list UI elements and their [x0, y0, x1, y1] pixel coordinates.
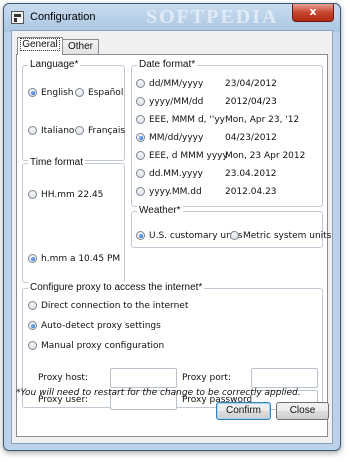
close-icon: x — [309, 5, 317, 18]
weather-group: Weather* U.S. customary units Metric sys… — [131, 205, 331, 248]
time-format-24h-label: HH.mm 22.45 — [41, 190, 104, 200]
softpedia-watermark: SOFTPEDIA — [146, 6, 279, 28]
confirm-button[interactable]: Confirm — [216, 402, 271, 420]
radio-icon[interactable] — [75, 126, 84, 135]
close-window-button[interactable]: x — [292, 4, 334, 22]
date-format-pattern: EEE, MMM d, ''yy — [149, 115, 225, 125]
general-panel: Language* English Español Italiano Franç… — [16, 54, 331, 437]
date-format-group: Date format* dd/MM/yyyy 23/04/2012 yyyy/… — [131, 59, 323, 207]
title-bar[interactable]: Configuration SOFTPEDIA x — [4, 4, 340, 30]
date-format-pattern: MM/dd/yyyy — [149, 133, 204, 143]
proxy-direct-label: Direct connection to the internet — [41, 301, 189, 311]
close-button[interactable]: Close — [276, 402, 329, 420]
date-format-pattern: yyyy/MM/dd — [149, 97, 204, 107]
proxy-port-field[interactable] — [251, 368, 318, 388]
dialog-client-area: General Other Language* English Español … — [11, 30, 333, 444]
radio-icon[interactable] — [136, 231, 145, 240]
proxy-host-label: Proxy host: — [38, 373, 88, 383]
proxy-auto-label: Auto-detect proxy settings — [41, 321, 161, 331]
radio-icon[interactable] — [28, 321, 37, 330]
time-format-12h-label: h.mm a 10.45 PM — [41, 254, 121, 264]
tab-general-label: General — [20, 38, 60, 51]
radio-icon[interactable] — [136, 79, 145, 88]
tab-other[interactable]: Other — [62, 39, 99, 54]
date-format-pattern: yyyy.MM.dd — [149, 187, 202, 197]
radio-icon[interactable] — [28, 88, 37, 97]
proxy-host-field[interactable] — [110, 368, 177, 388]
date-format-pattern: dd.MM.yyyy — [149, 169, 203, 179]
radio-icon[interactable] — [28, 190, 37, 199]
date-format-sample: Mon, 23 Apr 2012 — [225, 151, 306, 161]
app-icon — [11, 11, 24, 24]
radio-icon[interactable] — [28, 301, 37, 310]
configuration-window: Configuration SOFTPEDIA x General Other … — [3, 3, 341, 451]
language-espanol-label: Español — [88, 88, 124, 98]
proxy-legend: Configure proxy to access the internet* — [28, 282, 205, 293]
radio-icon[interactable] — [28, 254, 37, 263]
date-format-sample: Mon, Apr 23, '12 — [225, 115, 300, 125]
date-format-sample: 04/23/2012 — [225, 133, 277, 143]
date-format-pattern: dd/MM/yyyy — [149, 79, 204, 89]
proxy-manual-label: Manual proxy configuration — [41, 341, 165, 351]
radio-icon[interactable] — [136, 97, 145, 106]
time-format-group: Time format HH.mm 22.45 h.mm a 10.45 PM — [22, 157, 125, 283]
tab-other-label: Other — [67, 41, 93, 52]
language-francais-label: Français — [88, 126, 126, 136]
radio-icon[interactable] — [136, 115, 145, 124]
date-format-pattern: EEE, d MMM yyyy — [149, 151, 228, 161]
radio-icon[interactable] — [136, 151, 145, 160]
radio-icon[interactable] — [28, 126, 37, 135]
language-italiano-label: Italiano — [41, 126, 75, 136]
date-format-sample: 2012/04/23 — [225, 97, 277, 107]
radio-icon[interactable] — [75, 88, 84, 97]
radio-icon[interactable] — [28, 341, 37, 350]
tab-general[interactable]: General — [17, 37, 63, 55]
window-title: Configuration — [30, 11, 96, 23]
weather-legend: Weather* — [137, 205, 183, 216]
radio-icon[interactable] — [136, 133, 145, 142]
date-format-sample: 23/04/2012 — [225, 79, 277, 89]
date-format-sample: 23.04.2012 — [225, 169, 277, 179]
radio-icon[interactable] — [136, 169, 145, 178]
radio-icon[interactable] — [230, 231, 239, 240]
language-group: Language* English Español Italiano Franç… — [22, 59, 126, 161]
weather-us-label: U.S. customary units — [149, 231, 243, 241]
language-legend: Language* — [28, 59, 81, 70]
language-english-label: English — [41, 88, 74, 98]
radio-icon[interactable] — [136, 187, 145, 196]
date-format-legend: Date format* — [137, 59, 198, 70]
restart-note: *You will need to restart for the change… — [16, 388, 301, 398]
proxy-port-label: Proxy port: — [182, 373, 231, 383]
weather-metric-label: Metric system units — [243, 231, 332, 241]
time-format-legend: Time format — [28, 157, 85, 168]
date-format-sample: 2012.04.23 — [225, 187, 277, 197]
